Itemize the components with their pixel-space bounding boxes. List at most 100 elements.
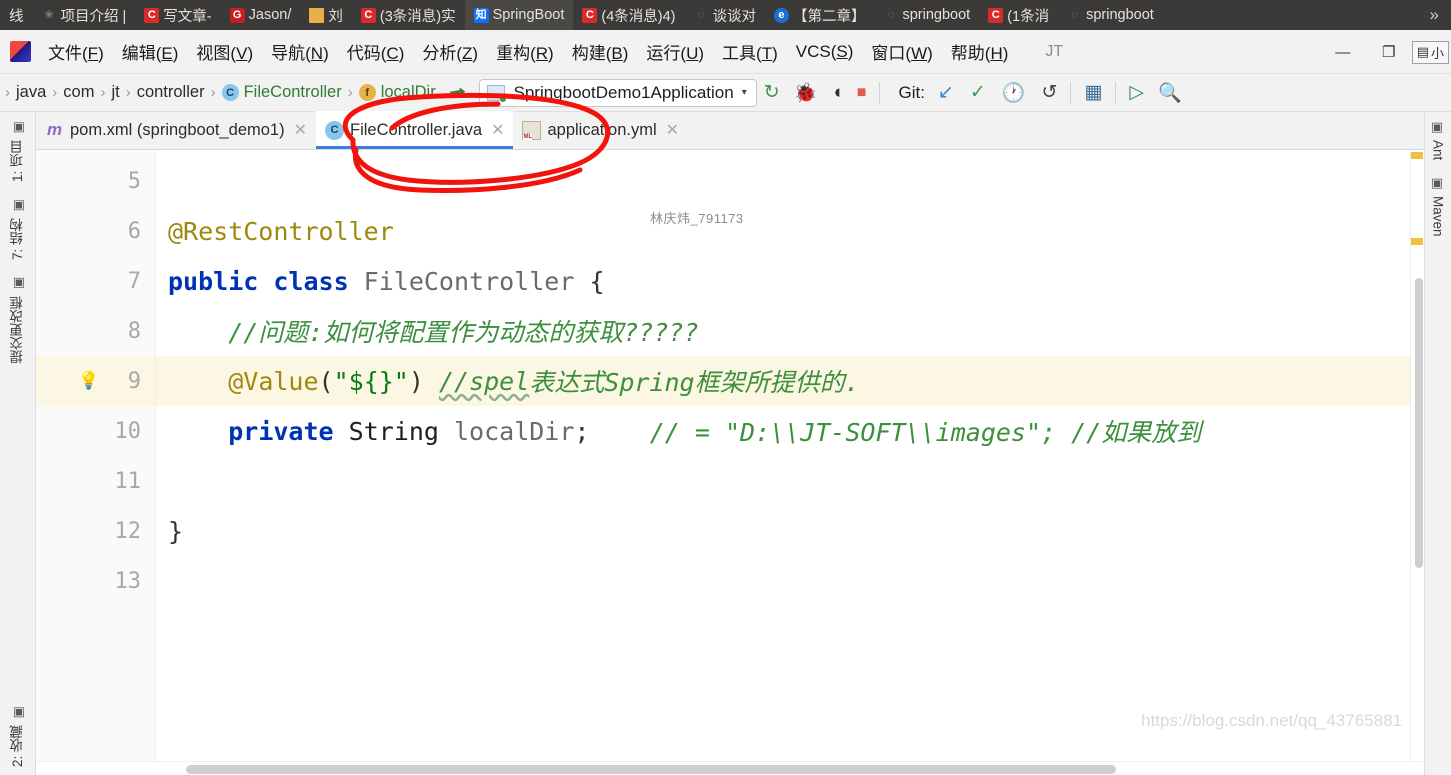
code-editor[interactable]: 5 6 7 8 💡 9 10 11 12 13 @RestController public cla… xyxy=(36,150,1424,761)
close-icon[interactable]: ✕ xyxy=(491,120,504,140)
warning-marker[interactable] xyxy=(1411,152,1423,159)
gutter-line-7[interactable]: 7 xyxy=(36,256,155,306)
menu-item-6[interactable]: 重构(R) xyxy=(487,35,563,68)
menu-item-2[interactable]: 视图(V) xyxy=(187,35,262,68)
run-with-coverage-icon[interactable]: ◖ xyxy=(824,82,849,104)
gutter-line-13[interactable]: 13 xyxy=(36,556,155,606)
left-rail-bottom-item-0[interactable]: 2: 收藏 ▣ xyxy=(8,697,28,775)
code-token: public xyxy=(168,266,274,296)
breadcrumb-label: jt xyxy=(111,83,120,101)
left-rail-item-2[interactable]: 提交更改框 ▣ xyxy=(8,268,28,372)
editor-tab-label: FileController.java xyxy=(350,120,483,139)
csdn-icon: C xyxy=(988,7,1004,23)
browser-tab-6[interactable]: 知 SpringBoot xyxy=(464,0,574,30)
browser-tab-8[interactable]: ◌ 谈谈对 xyxy=(684,0,765,30)
browser-tab-overflow-button[interactable]: » xyxy=(1430,5,1451,25)
right-rail-item-1[interactable]: ▣ Maven xyxy=(1431,168,1446,245)
code-line-8[interactable]: //问题:如何将配置作为动态的获取????? xyxy=(156,306,1424,356)
minimize-button[interactable]: — xyxy=(1320,30,1366,74)
editor-marker-scrollbar[interactable] xyxy=(1410,150,1424,761)
code-line-12[interactable]: } xyxy=(156,506,1424,556)
browser-tab-11[interactable]: C (1条消 xyxy=(979,0,1058,30)
browser-tab-label: SpringBoot xyxy=(492,7,565,23)
browser-tab-1[interactable]: ❀ 项目介绍 | xyxy=(33,0,136,30)
breadcrumb-item-com[interactable]: com xyxy=(60,83,97,102)
menu-item-9[interactable]: 工具(T) xyxy=(713,35,787,68)
close-icon[interactable]: ✕ xyxy=(294,120,307,140)
browser-tab-7[interactable]: C (4条消息)4) xyxy=(573,0,684,30)
browser-tab-2[interactable]: C 写文章- xyxy=(135,0,220,30)
gutter-line-9[interactable]: 💡 9 xyxy=(36,356,155,406)
editor-tab-1[interactable]: C FileController.java ✕ xyxy=(316,111,514,149)
menu-item-0[interactable]: 文件(F) xyxy=(39,35,113,68)
browser-tab-10[interactable]: ◌ springboot xyxy=(874,0,979,30)
project-structure-icon[interactable]: ▦ xyxy=(1077,81,1109,104)
update-project-icon[interactable]: ↙ xyxy=(931,81,961,104)
breadcrumb-item-localDir[interactable]: f localDir xyxy=(356,83,439,102)
code-line-11[interactable] xyxy=(156,456,1424,506)
gutter-line-11[interactable]: 11 xyxy=(36,456,155,506)
code-line-10[interactable]: private String localDir; // = "D:\\JT-SO… xyxy=(156,406,1424,456)
browser-tab-9[interactable]: e 【第二章】 xyxy=(765,0,875,30)
gutter-line-8[interactable]: 8 xyxy=(36,306,155,356)
menu-item-7[interactable]: 构建(B) xyxy=(563,35,638,68)
left-rail-item-1[interactable]: 7: 结构 ▣ xyxy=(8,190,28,268)
code-line-9[interactable]: @Value("${}") //spel 表达式Spring框架所提供的. xyxy=(156,356,1424,406)
window-note-badge[interactable]: ▤ 小 xyxy=(1411,40,1449,64)
right-rail-label: Maven xyxy=(1430,196,1446,237)
breadcrumb-item-controller[interactable]: controller xyxy=(134,83,208,102)
search-everywhere-icon[interactable]: 🔍 xyxy=(1151,81,1189,105)
menu-item-1[interactable]: 编辑(E) xyxy=(113,35,188,68)
breadcrumb-item-java[interactable]: java xyxy=(13,83,49,102)
menu-item-8[interactable]: 运行(U) xyxy=(637,35,713,68)
terminal-icon[interactable]: ▷ xyxy=(1122,81,1151,104)
browser-tab-4[interactable]: 刘 xyxy=(300,0,352,30)
browser-tab-3[interactable]: G Jason/ xyxy=(221,0,301,30)
run-configuration-selector[interactable]: SpringbootDemo1Application ▾ xyxy=(479,78,757,107)
commit-icon[interactable]: ✓ xyxy=(963,81,993,104)
left-rail-item-0[interactable]: 1: 项目 ▣ xyxy=(8,112,28,190)
gutter-line-6[interactable]: 6 xyxy=(36,206,155,256)
editor-tab-2[interactable]: application.yml ✕ xyxy=(513,111,688,149)
maven-icon: m xyxy=(46,120,63,139)
menu-item-3[interactable]: 导航(N) xyxy=(262,35,338,68)
history-icon[interactable]: 🕐 xyxy=(995,81,1033,105)
build-hammer-icon[interactable]: ➡ xyxy=(447,79,468,107)
horizontal-scrollbar-thumb[interactable] xyxy=(186,765,1116,774)
csdn-icon: C xyxy=(360,7,376,23)
rollback-icon[interactable]: ↺ xyxy=(1034,81,1064,104)
menu-item-12[interactable]: 帮助(H) xyxy=(942,35,1018,68)
gutter-line-12[interactable]: 12 xyxy=(36,506,155,556)
warning-marker-2[interactable] xyxy=(1411,238,1423,245)
code-line-7[interactable]: public class FileController { xyxy=(156,256,1424,306)
debug-icon[interactable]: 🐞 xyxy=(787,81,825,105)
editor-tab-0[interactable]: m pom.xml (springboot_demo1) ✕ xyxy=(36,111,316,149)
gutter-line-10[interactable]: 10 xyxy=(36,406,155,456)
code-line-13[interactable] xyxy=(156,556,1424,606)
menu-item-10[interactable]: VCS(S) xyxy=(787,38,863,66)
right-rail-item-0[interactable]: ▣ Ant xyxy=(1431,112,1446,168)
menu-item-4[interactable]: 代码(C) xyxy=(338,35,414,68)
code-line-5[interactable] xyxy=(156,156,1424,206)
code-line-6[interactable]: @RestController xyxy=(156,206,1424,256)
breadcrumb-item-FileController[interactable]: C FileController xyxy=(219,83,345,102)
menu-item-11[interactable]: 窗口(W) xyxy=(862,35,941,68)
browser-tab-5[interactable]: C (3条消息)实 xyxy=(352,0,465,30)
close-icon[interactable]: ✕ xyxy=(666,120,679,140)
csdn-icon: C xyxy=(582,7,598,23)
code-content[interactable]: @RestController public class FileControll… xyxy=(156,150,1424,761)
gutter-line-5[interactable]: 5 xyxy=(36,156,155,206)
editor-gutter[interactable]: 5 6 7 8 💡 9 10 11 12 13 xyxy=(36,150,156,761)
left-tool-window-rail: 1: 项目 ▣ 7: 结构 ▣ 提交更改框 ▣ 2: 收藏 ▣ xyxy=(0,112,36,775)
menu-item-5[interactable]: 分析(Z) xyxy=(413,35,487,68)
stop-icon[interactable]: ■ xyxy=(850,84,874,102)
run-icon[interactable]: ↻ xyxy=(757,81,787,104)
vertical-scrollbar-thumb[interactable] xyxy=(1415,278,1423,568)
browser-tab-12[interactable]: ◌ springboot xyxy=(1058,0,1163,30)
browser-tab-0[interactable]: 线 xyxy=(0,0,33,30)
restore-button[interactable]: ❐ xyxy=(1366,30,1412,74)
horizontal-scrollbar[interactable] xyxy=(36,761,1424,775)
breadcrumb-item-jt[interactable]: jt xyxy=(108,83,122,102)
intention-bulb-icon[interactable]: 💡 xyxy=(78,371,99,391)
